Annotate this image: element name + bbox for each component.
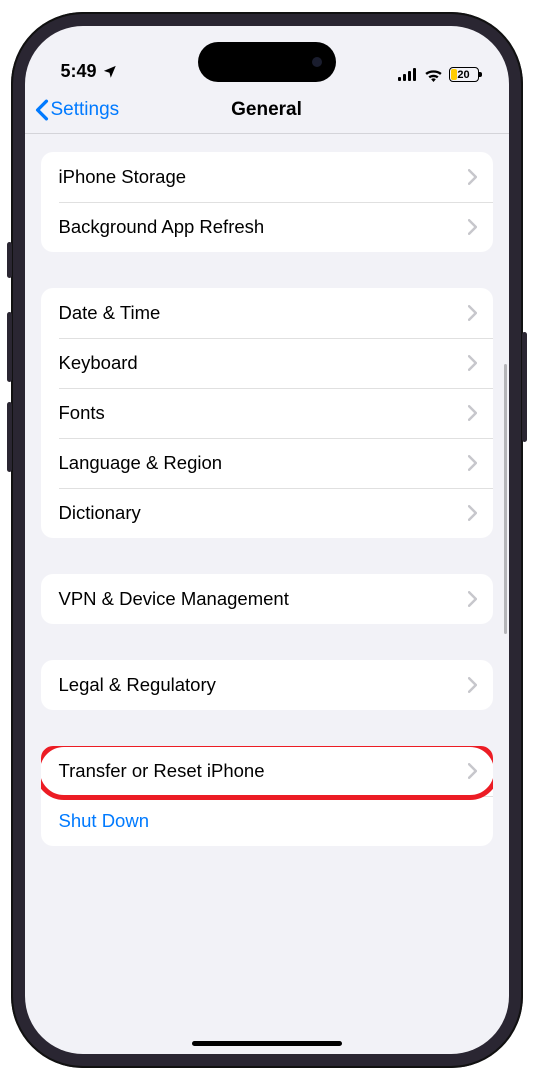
row-label: VPN & Device Management bbox=[59, 588, 289, 610]
row-label: Date & Time bbox=[59, 302, 161, 324]
side-button bbox=[7, 312, 12, 382]
row-label: Shut Down bbox=[59, 810, 150, 832]
screen: 5:49 bbox=[25, 26, 509, 1054]
settings-row-vpn-device-management[interactable]: VPN & Device Management bbox=[41, 574, 493, 624]
chevron-right-icon bbox=[468, 219, 477, 235]
row-label: Language & Region bbox=[59, 452, 223, 474]
cellular-icon bbox=[398, 68, 418, 81]
battery-icon: 20 bbox=[449, 67, 479, 82]
back-button[interactable]: Settings bbox=[35, 99, 120, 121]
chevron-right-icon bbox=[468, 169, 477, 185]
row-label: iPhone Storage bbox=[59, 166, 187, 188]
row-label: Keyboard bbox=[59, 352, 138, 374]
settings-group: VPN & Device Management bbox=[41, 574, 493, 624]
battery-level: 20 bbox=[450, 69, 478, 81]
chevron-right-icon bbox=[468, 355, 477, 371]
device-frame: 5:49 bbox=[11, 12, 523, 1068]
chevron-right-icon bbox=[468, 455, 477, 471]
row-label: Transfer or Reset iPhone bbox=[59, 760, 265, 782]
location-icon bbox=[102, 64, 117, 79]
chevron-right-icon bbox=[468, 591, 477, 607]
chevron-right-icon bbox=[468, 405, 477, 421]
settings-row-transfer-reset[interactable]: Transfer or Reset iPhone bbox=[41, 746, 493, 796]
settings-content[interactable]: iPhone Storage Background App Refresh Date… bbox=[25, 134, 509, 1054]
dynamic-island bbox=[198, 42, 336, 82]
row-label: Fonts bbox=[59, 402, 105, 424]
settings-row-shut-down[interactable]: Shut Down bbox=[41, 796, 493, 846]
settings-row-language-region[interactable]: Language & Region bbox=[41, 438, 493, 488]
settings-row-keyboard[interactable]: Keyboard bbox=[41, 338, 493, 388]
home-indicator[interactable] bbox=[192, 1041, 342, 1046]
chevron-right-icon bbox=[468, 677, 477, 693]
settings-group: iPhone Storage Background App Refresh bbox=[41, 152, 493, 252]
settings-row-date-time[interactable]: Date & Time bbox=[41, 288, 493, 338]
settings-group: Transfer or Reset iPhone Shut Down bbox=[41, 746, 493, 846]
settings-group: Date & Time Keyboard Fonts Language & Regio… bbox=[41, 288, 493, 538]
chevron-right-icon bbox=[468, 763, 477, 779]
chevron-right-icon bbox=[468, 305, 477, 321]
side-button bbox=[522, 332, 527, 442]
settings-row-dictionary[interactable]: Dictionary bbox=[41, 488, 493, 538]
scroll-indicator[interactable] bbox=[504, 364, 507, 634]
settings-row-iphone-storage[interactable]: iPhone Storage bbox=[41, 152, 493, 202]
settings-group: Legal & Regulatory bbox=[41, 660, 493, 710]
page-title: General bbox=[231, 99, 302, 121]
settings-row-legal-regulatory[interactable]: Legal & Regulatory bbox=[41, 660, 493, 710]
chevron-right-icon bbox=[468, 505, 477, 521]
side-button bbox=[7, 402, 12, 472]
row-label: Background App Refresh bbox=[59, 216, 265, 238]
status-time: 5:49 bbox=[61, 61, 97, 82]
side-button bbox=[7, 242, 12, 278]
wifi-icon bbox=[424, 68, 443, 82]
chevron-left-icon bbox=[35, 99, 49, 121]
settings-row-fonts[interactable]: Fonts bbox=[41, 388, 493, 438]
back-label: Settings bbox=[51, 99, 120, 121]
row-label: Dictionary bbox=[59, 502, 141, 524]
nav-bar: Settings General bbox=[25, 86, 509, 134]
settings-row-background-app-refresh[interactable]: Background App Refresh bbox=[41, 202, 493, 252]
row-label: Legal & Regulatory bbox=[59, 674, 216, 696]
